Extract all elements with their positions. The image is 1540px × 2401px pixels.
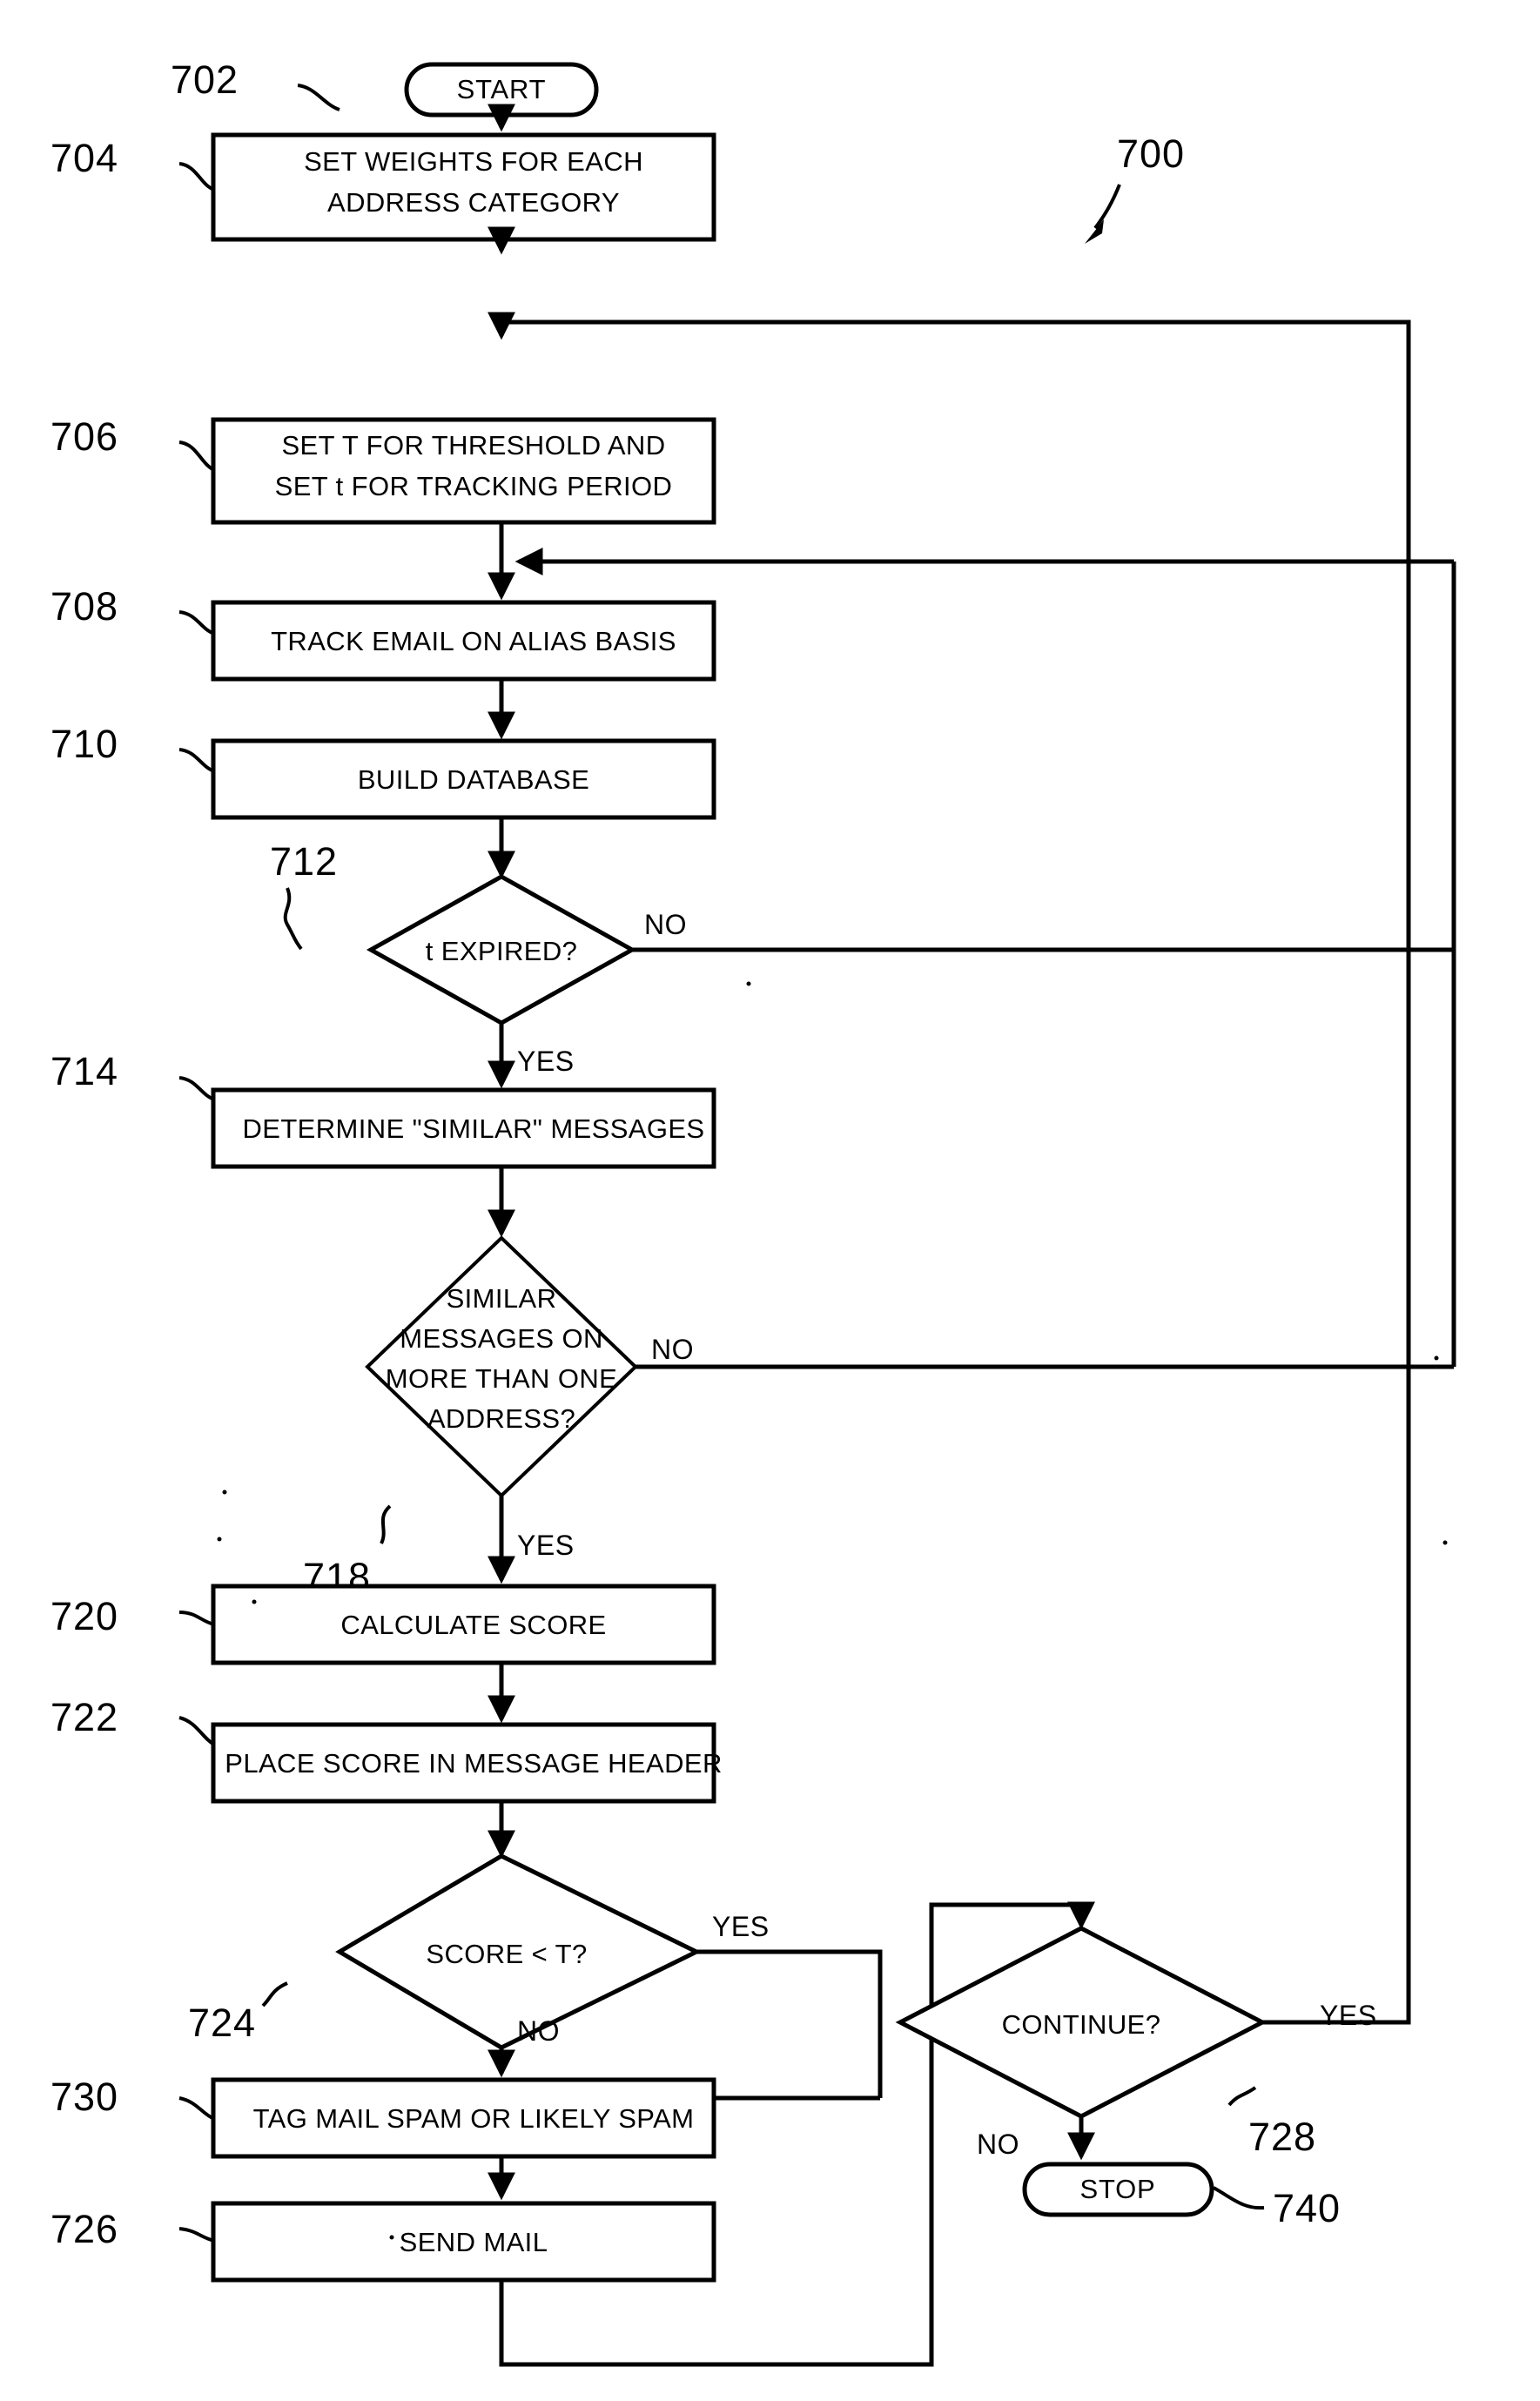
scan-speck — [1442, 1540, 1448, 1545]
ref-number-712: 712 — [270, 839, 338, 884]
leader-712 — [283, 887, 303, 951]
terminator-start-label: START — [457, 74, 547, 104]
scan-speck — [1409, 1364, 1415, 1369]
leader-722 — [178, 1716, 216, 1746]
decision-718-line1: SIMILAR — [447, 1283, 557, 1314]
leader-728 — [1227, 2086, 1257, 2107]
ref-number-722: 722 — [50, 1695, 118, 1739]
process-box-720-label: CALCULATE SCORE — [340, 1610, 606, 1640]
flowchart-canvas: 700 702 START 704 SET WEIGHTS FOR EACH A… — [50, 57, 1456, 2367]
process-box-714-label: DETERMINE "SIMILAR" MESSAGES — [242, 1113, 704, 1144]
process-box-706-line2: SET t FOR TRACKING PERIOD — [275, 471, 673, 501]
terminator-stop-label: STOP — [1079, 2174, 1155, 2204]
decision-718-line2: MESSAGES ON — [400, 1323, 603, 1354]
decision-718-line3: MORE THAN ONE — [386, 1363, 617, 1394]
scan-speck — [217, 1537, 222, 1542]
flowchart-figure: 700 702 START 704 SET WEIGHTS FOR EACH A… — [0, 0, 1540, 2401]
decision-728-label: CONTINUE? — [1002, 2009, 1161, 2040]
ref-number-714: 714 — [50, 1049, 118, 1093]
scan-speck — [252, 1599, 257, 1604]
decision-718-yes-label: YES — [517, 1530, 575, 1561]
scan-speck — [245, 1584, 251, 1589]
scan-speck — [746, 981, 751, 986]
ref-number-724: 724 — [188, 2001, 256, 2045]
process-box-704-line2: ADDRESS CATEGORY — [327, 187, 620, 218]
figure-number: 700 — [1117, 131, 1185, 176]
process-box-726-label: SEND MAIL — [400, 2227, 548, 2257]
process-box-710-label: BUILD DATABASE — [358, 764, 589, 795]
ref-number-730: 730 — [50, 2075, 118, 2119]
leader-740 — [1213, 2186, 1265, 2210]
decision-718-line4: ADDRESS? — [427, 1403, 575, 1434]
leader-730 — [178, 2096, 215, 2121]
ref-number-704: 704 — [50, 136, 118, 180]
process-box-708-label: TRACK EMAIL ON ALIAS BASIS — [271, 626, 676, 656]
leader-724 — [261, 1981, 288, 2008]
figure-number-leader — [1093, 184, 1121, 230]
scan-speck — [1434, 1355, 1439, 1361]
ref-number-728: 728 — [1248, 2115, 1316, 2159]
leader-704 — [178, 162, 215, 192]
leader-702 — [297, 84, 340, 111]
decision-724-label: SCORE < T? — [426, 1939, 587, 1969]
connector-724-yes — [696, 1949, 883, 2098]
decision-712-no-label: NO — [644, 909, 687, 940]
decision-728-yes-label: YES — [1320, 2000, 1377, 2031]
process-box-722-label: PLACE SCORE IN MESSAGE HEADER — [225, 1748, 722, 1779]
ref-number-702: 702 — [171, 57, 239, 102]
leader-714 — [178, 1076, 215, 1101]
decision-724-no-label: NO — [517, 2015, 560, 2047]
process-box-704-line1: SET WEIGHTS FOR EACH — [304, 146, 643, 177]
decision-712-label: t EXPIRED? — [426, 936, 578, 966]
scan-speck — [222, 1490, 227, 1495]
figure-number-arrowhead — [1085, 219, 1104, 244]
leader-718 — [380, 1504, 392, 1544]
leader-726 — [178, 2227, 215, 2243]
decision-724-yes-label: YES — [712, 1911, 770, 1942]
leader-706 — [178, 441, 216, 472]
leader-710 — [178, 748, 215, 773]
scan-speck — [389, 2235, 394, 2240]
decision-718-no-label: NO — [651, 1334, 694, 1365]
leader-720 — [178, 1611, 215, 1626]
decision-712-yes-label: YES — [517, 1046, 575, 1077]
ref-number-706: 706 — [50, 414, 118, 459]
ref-number-708: 708 — [50, 584, 118, 629]
ref-number-710: 710 — [50, 722, 118, 766]
process-box-706-line1: SET T FOR THRESHOLD AND — [281, 430, 665, 461]
ref-number-720: 720 — [50, 1594, 118, 1638]
leader-708 — [178, 610, 215, 636]
ref-number-740: 740 — [1273, 2186, 1341, 2230]
decision-728-no-label: NO — [977, 2129, 1019, 2160]
process-box-730-label: TAG MAIL SPAM OR LIKELY SPAM — [253, 2103, 695, 2134]
ref-number-726: 726 — [50, 2207, 118, 2251]
